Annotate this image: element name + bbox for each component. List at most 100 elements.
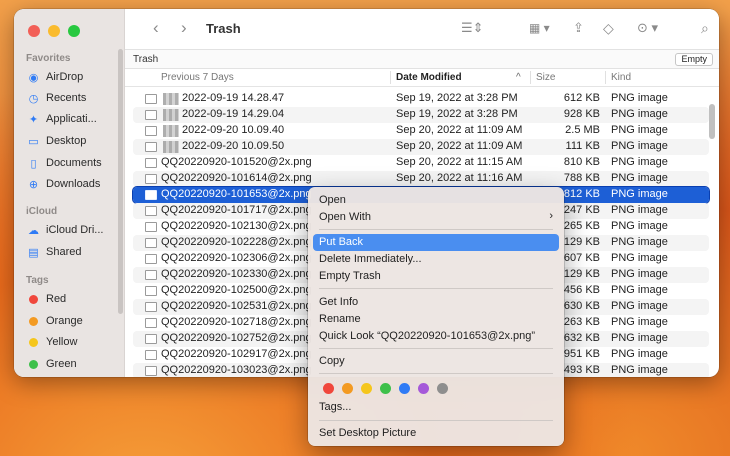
file-kind: PNG image <box>611 188 668 200</box>
document-icon: ▯ <box>30 157 37 170</box>
sidebar-item-documents[interactable]: ▯ Documents <box>27 154 101 172</box>
sort-chevron-up-icon: ^ <box>516 72 521 83</box>
sidebar-item-label: Shared <box>46 246 82 258</box>
sidebar-section-favorites: Favorites <box>26 53 71 64</box>
file-row[interactable]: 2022-09-19 14.28.47 Sep 19, 2022 at 3:28 … <box>133 91 709 107</box>
file-name: QQ20220920-102228@2x.png <box>161 236 312 248</box>
clock-icon: ◷ <box>28 92 39 105</box>
file-row[interactable]: 2022-09-19 14.29.04 Sep 19, 2022 at 3:28 … <box>133 107 709 123</box>
column-date-modified[interactable]: Date Modified <box>396 72 462 83</box>
sidebar-item-applications[interactable]: ✦ Applicati... <box>27 110 97 128</box>
file-kind: PNG image <box>611 268 668 280</box>
menu-item-quick-look[interactable]: Quick Look “QQ20220920-101653@2x.png” <box>313 328 559 345</box>
file-name: QQ20220920-102718@2x.png <box>161 316 312 328</box>
sidebar-tag-orange[interactable]: Orange <box>27 312 83 330</box>
desktop-icon: ▭ <box>28 135 39 148</box>
tag-icon[interactable]: ◇ <box>603 20 614 37</box>
cloud-icon: ☁ <box>28 224 39 237</box>
window-controls <box>28 25 80 37</box>
menu-item-open-with[interactable]: Open With › <box>313 209 559 226</box>
list-view-icon[interactable]: ☰⇕ <box>461 20 484 36</box>
sidebar-tag-yellow[interactable]: Yellow <box>27 333 77 351</box>
menu-item-rename[interactable]: Rename <box>313 311 559 328</box>
file-name: QQ20220920-101520@2x.png <box>161 156 312 168</box>
minimize-button[interactable] <box>48 25 60 37</box>
menu-item-put-back[interactable]: Put Back <box>313 234 559 251</box>
file-name: 2022-09-20 10.09.50 <box>182 140 285 152</box>
file-row[interactable]: QQ20220920-101614@2x.png Sep 20, 2022 at … <box>133 171 709 187</box>
chevron-left-icon[interactable]: ‹ <box>153 18 159 38</box>
sidebar-item-label: Orange <box>46 315 83 327</box>
png-file-icon <box>145 222 157 232</box>
sidebar-scrollbar[interactable] <box>118 49 123 314</box>
file-row[interactable]: QQ20220920-101520@2x.png Sep 20, 2022 at … <box>133 155 709 171</box>
menu-item-empty-trash[interactable]: Empty Trash <box>313 268 559 285</box>
file-size: 2.5 MB <box>565 124 600 136</box>
sidebar: Favorites ◉ AirDrop ◷ Recents ✦ Applicat… <box>14 9 125 377</box>
yellow-tag-icon[interactable] <box>361 383 372 394</box>
sidebar-item-downloads[interactable]: ⊕ Downloads <box>27 175 101 193</box>
file-date: Sep 20, 2022 at 11:09 AM <box>396 140 523 152</box>
png-file-icon <box>145 238 157 248</box>
path-bar: Trash Empty <box>125 49 719 69</box>
file-name: QQ20220920-102330@2x.png <box>161 268 312 280</box>
gray-tag-icon[interactable] <box>437 383 448 394</box>
column-size[interactable]: Size <box>536 72 555 83</box>
zoom-button[interactable] <box>68 25 80 37</box>
png-file-icon <box>145 254 157 264</box>
more-icon[interactable]: ⊙ ▾ <box>637 20 658 36</box>
sidebar-item-label: Downloads <box>46 178 101 190</box>
file-kind: PNG image <box>611 364 668 376</box>
sidebar-item-airdrop[interactable]: ◉ AirDrop <box>27 68 84 86</box>
file-name: QQ20220920-102500@2x.png <box>161 284 312 296</box>
sidebar-tag-red[interactable]: Red <box>27 290 66 308</box>
chevron-right-icon[interactable]: › <box>181 18 187 38</box>
sidebar-item-shared[interactable]: ▤ Shared <box>27 243 81 261</box>
file-list-scrollbar[interactable] <box>709 104 715 139</box>
empty-trash-button[interactable]: Empty <box>675 53 713 66</box>
shared-folder-icon: ▤ <box>28 246 39 259</box>
file-name: QQ20220920-101653@2x.png <box>161 188 312 200</box>
redacted-thumbnail <box>163 141 179 153</box>
file-name: QQ20220920-102752@2x.png <box>161 332 312 344</box>
column-kind[interactable]: Kind <box>611 72 631 83</box>
redacted-thumbnail <box>163 125 179 137</box>
download-icon: ⊕ <box>28 178 39 191</box>
share-icon[interactable]: ⇪ <box>573 20 584 36</box>
column-group-label: Previous 7 Days <box>161 72 234 83</box>
sidebar-item-icloud-drive[interactable]: ☁ iCloud Dri... <box>27 221 103 239</box>
file-kind: PNG image <box>611 348 668 360</box>
file-date: Sep 20, 2022 at 11:15 AM <box>396 156 523 168</box>
file-kind: PNG image <box>611 108 668 120</box>
sidebar-tag-green[interactable]: Green <box>27 355 77 373</box>
blue-tag-icon[interactable] <box>399 383 410 394</box>
grid-view-icon[interactable]: ▦ ▾ <box>529 21 550 35</box>
menu-item-copy[interactable]: Copy <box>313 353 559 370</box>
sidebar-item-recents[interactable]: ◷ Recents <box>27 89 87 107</box>
file-date: Sep 19, 2022 at 3:28 PM <box>396 92 518 104</box>
purple-tag-icon[interactable] <box>418 383 429 394</box>
menu-item-set-desktop-picture[interactable]: Set Desktop Picture <box>313 425 559 442</box>
menu-item-get-info[interactable]: Get Info <box>313 294 559 311</box>
green-tag-icon[interactable] <box>380 383 391 394</box>
orange-tag-icon[interactable] <box>342 383 353 394</box>
sidebar-item-desktop[interactable]: ▭ Desktop <box>27 132 86 150</box>
red-tag-icon[interactable] <box>323 383 334 394</box>
orange-tag-icon <box>29 316 38 326</box>
menu-item-tags[interactable]: Tags... <box>313 399 559 416</box>
file-row[interactable]: 2022-09-20 10.09.50 Sep 20, 2022 at 11:09… <box>133 139 709 155</box>
close-button[interactable] <box>28 25 40 37</box>
file-date: Sep 20, 2022 at 11:16 AM <box>396 172 523 184</box>
sidebar-item-label: Green <box>46 358 77 370</box>
png-file-icon <box>145 334 157 344</box>
search-icon[interactable]: ⌕ <box>701 20 709 37</box>
menu-item-open[interactable]: Open <box>313 192 559 209</box>
file-size: 612 KB <box>563 92 600 104</box>
sidebar-item-label: AirDrop <box>46 71 84 83</box>
file-name: QQ20220920-101717@2x.png <box>161 204 312 216</box>
redacted-thumbnail <box>163 109 179 121</box>
file-row[interactable]: 2022-09-20 10.09.40 Sep 20, 2022 at 11:09… <box>133 123 709 139</box>
file-kind: PNG image <box>611 140 668 152</box>
file-name: 2022-09-20 10.09.40 <box>182 124 285 136</box>
menu-item-delete-immediately[interactable]: Delete Immediately... <box>313 251 559 268</box>
